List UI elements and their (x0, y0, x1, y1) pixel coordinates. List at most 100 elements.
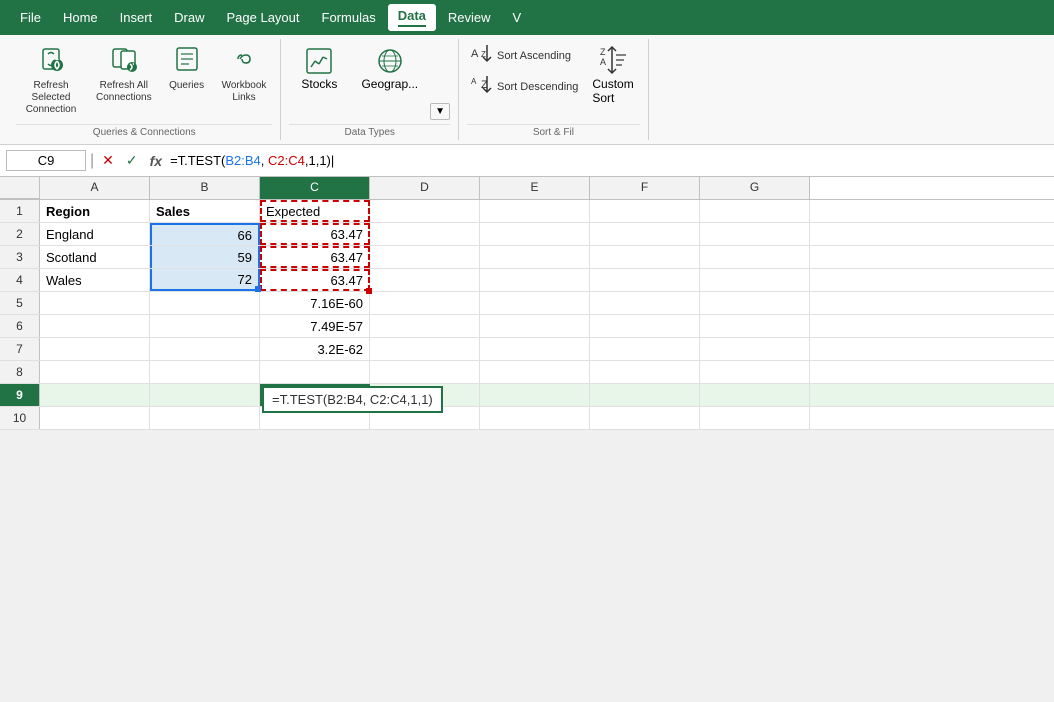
cell-d5[interactable] (370, 292, 480, 314)
cell-c6[interactable]: 7.49E-57 (260, 315, 370, 337)
cell-g7[interactable] (700, 338, 810, 360)
sort-ascending-btn[interactable]: A Z Sort Ascending (467, 41, 582, 70)
cell-c4[interactable]: 63.47 (260, 269, 370, 291)
cell-b7[interactable] (150, 338, 260, 360)
cell-f10[interactable] (590, 407, 700, 429)
cell-d2[interactable] (370, 223, 480, 245)
cell-e1[interactable] (480, 200, 590, 222)
cell-c5[interactable]: 7.16E-60 (260, 292, 370, 314)
cell-c2[interactable]: 63.47 (260, 223, 370, 245)
cell-b2[interactable]: 66 (150, 223, 260, 245)
cell-g9[interactable] (700, 384, 810, 406)
cell-c7[interactable]: 3.2E-62 (260, 338, 370, 360)
col-header-c[interactable]: C (260, 177, 370, 199)
menu-data[interactable]: Data (388, 4, 436, 31)
cell-e3[interactable] (480, 246, 590, 268)
cell-e10[interactable] (480, 407, 590, 429)
cell-e4[interactable] (480, 269, 590, 291)
cell-e8[interactable] (480, 361, 590, 383)
cell-g8[interactable] (700, 361, 810, 383)
cell-a8[interactable] (40, 361, 150, 383)
cell-g10[interactable] (700, 407, 810, 429)
menu-file[interactable]: File (10, 6, 51, 29)
cell-f5[interactable] (590, 292, 700, 314)
refresh-all-btn[interactable]: Refresh AllConnections (90, 41, 158, 108)
col-header-d[interactable]: D (370, 177, 480, 199)
cell-e2[interactable] (480, 223, 590, 245)
sort-descending-btn[interactable]: A Z Sort Descending (467, 72, 582, 101)
cell-c9[interactable]: =T.TEST(B2:B4, C2:C4,1,1) (260, 384, 370, 406)
cell-a10[interactable] (40, 407, 150, 429)
cell-d4[interactable] (370, 269, 480, 291)
cell-f8[interactable] (590, 361, 700, 383)
refresh-selected-btn[interactable]: Refresh SelectedConnection (16, 41, 86, 120)
formula-display[interactable]: =T.TEST(B2:B4, C2:C4,1,1)| (170, 153, 1048, 168)
cell-e9[interactable] (480, 384, 590, 406)
cell-a3[interactable]: Scotland (40, 246, 150, 268)
cell-b9[interactable] (150, 384, 260, 406)
cell-a5[interactable] (40, 292, 150, 314)
col-header-b[interactable]: B (150, 177, 260, 199)
col-header-f[interactable]: F (590, 177, 700, 199)
cell-a4[interactable]: Wales (40, 269, 150, 291)
menu-insert[interactable]: Insert (110, 6, 163, 29)
cell-e5[interactable] (480, 292, 590, 314)
cell-g3[interactable] (700, 246, 810, 268)
cell-g4[interactable] (700, 269, 810, 291)
cell-b3[interactable]: 59 (150, 246, 260, 268)
queries-btn[interactable]: Queries (162, 41, 212, 96)
cell-g1[interactable] (700, 200, 810, 222)
cell-f6[interactable] (590, 315, 700, 337)
cell-c1[interactable]: Expected (260, 200, 370, 222)
cell-f2[interactable] (590, 223, 700, 245)
cell-g5[interactable] (700, 292, 810, 314)
cell-a6[interactable] (40, 315, 150, 337)
formula-tooltip-text: =T.TEST(B2:B4, C2:C4,1,1) (272, 392, 433, 407)
cell-f9[interactable] (590, 384, 700, 406)
menu-page-layout[interactable]: Page Layout (217, 6, 310, 29)
data-types-dropdown[interactable]: ▼ (430, 103, 450, 120)
cell-b10[interactable] (150, 407, 260, 429)
cell-b1[interactable]: Sales (150, 200, 260, 222)
cell-f1[interactable] (590, 200, 700, 222)
cell-b5[interactable] (150, 292, 260, 314)
cell-e6[interactable] (480, 315, 590, 337)
menu-formulas[interactable]: Formulas (312, 6, 386, 29)
cell-a2[interactable]: England (40, 223, 150, 245)
confirm-formula-icon[interactable]: ✓ (122, 150, 142, 171)
menu-home[interactable]: Home (53, 6, 108, 29)
cell-b8[interactable] (150, 361, 260, 383)
cell-b6[interactable] (150, 315, 260, 337)
cell-c8[interactable] (260, 361, 370, 383)
menu-review[interactable]: Review (438, 6, 501, 29)
cell-b4[interactable]: 72 (150, 269, 260, 291)
cell-g2[interactable] (700, 223, 810, 245)
cell-d1[interactable] (370, 200, 480, 222)
menu-draw[interactable]: Draw (164, 6, 214, 29)
workbook-links-btn[interactable]: WorkbookLinks (216, 41, 273, 108)
insert-function-icon[interactable]: fx (146, 151, 166, 171)
cell-reference[interactable] (6, 150, 86, 171)
cell-f4[interactable] (590, 269, 700, 291)
cell-e7[interactable] (480, 338, 590, 360)
cell-d7[interactable] (370, 338, 480, 360)
cancel-formula-icon[interactable]: ✕ (98, 150, 118, 171)
col-header-a[interactable]: A (40, 177, 150, 199)
cell-c3[interactable]: 63.47 (260, 246, 370, 268)
col-header-e[interactable]: E (480, 177, 590, 199)
custom-sort-btn[interactable]: Z A CustomSort (586, 41, 639, 109)
geography-btn[interactable]: Geograp... (353, 41, 426, 95)
cell-a7[interactable] (40, 338, 150, 360)
cell-f7[interactable] (590, 338, 700, 360)
cell-g6[interactable] (700, 315, 810, 337)
cell-a1[interactable]: Region (40, 200, 150, 222)
cell-f3[interactable] (590, 246, 700, 268)
table-row: 10 (0, 407, 1054, 430)
cell-d8[interactable] (370, 361, 480, 383)
menu-more[interactable]: V (503, 6, 532, 29)
cell-d6[interactable] (370, 315, 480, 337)
cell-d3[interactable] (370, 246, 480, 268)
cell-a9[interactable] (40, 384, 150, 406)
stocks-btn[interactable]: Stocks (289, 41, 349, 95)
col-header-g[interactable]: G (700, 177, 810, 199)
